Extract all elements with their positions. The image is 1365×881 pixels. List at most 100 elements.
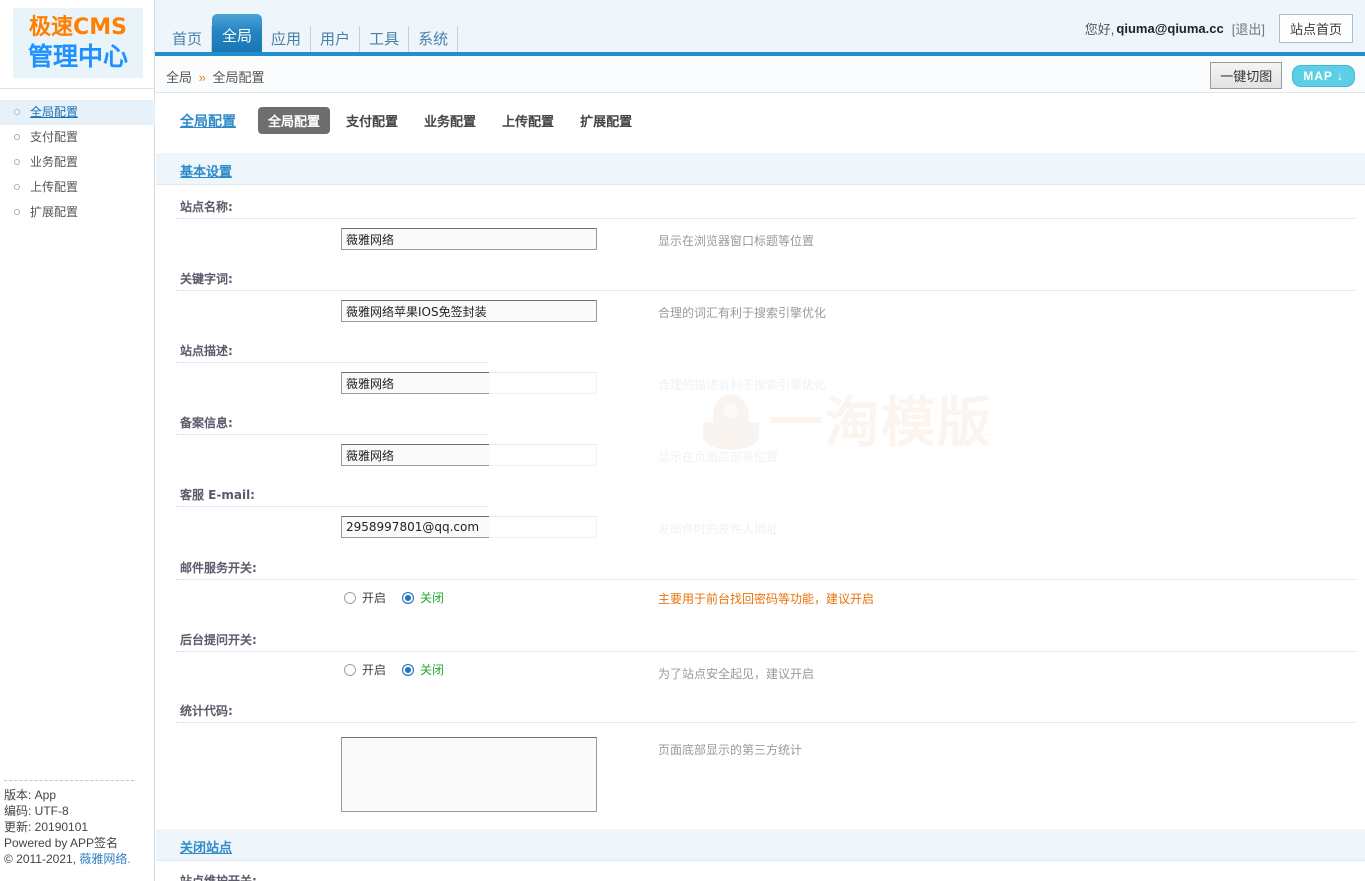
map-download-button[interactable]: MAP ↓ bbox=[1292, 65, 1355, 87]
sidebar-item-payment-config[interactable]: 支付配置 bbox=[0, 125, 155, 150]
mail-service-radio-group: 开启 关闭 bbox=[344, 589, 460, 606]
support-email-input[interactable] bbox=[341, 516, 597, 538]
footer-copyright-link[interactable]: 薇雅网络. bbox=[79, 852, 130, 866]
breadcrumb-actions: 一键切图 MAP ↓ bbox=[1210, 62, 1355, 89]
subtab-global-config[interactable]: 全局配置 bbox=[258, 107, 330, 134]
logo-line-2: 管理中心 bbox=[13, 42, 143, 72]
footer-encoding: 编码: UTF-8 bbox=[4, 803, 154, 819]
header-blue-rule bbox=[155, 52, 1365, 56]
footer-divider bbox=[4, 780, 134, 781]
bullet-icon bbox=[14, 134, 20, 140]
footer-version: 版本: App bbox=[4, 787, 154, 803]
subtab-upload-config[interactable]: 上传配置 bbox=[492, 107, 564, 134]
bullet-icon bbox=[14, 159, 20, 165]
sidebar: 极速CMS 管理中心 全局配置 支付配置 业务配置 上传配置 bbox=[0, 0, 155, 881]
field-hint: 显示在浏览器窗口标题等位置 bbox=[658, 232, 814, 249]
sidebar-item-label: 上传配置 bbox=[30, 180, 78, 194]
sidebar-item-label: 全局配置 bbox=[30, 105, 78, 119]
logout-link[interactable]: [退出] bbox=[1232, 19, 1265, 38]
sidebar-item-upload-config[interactable]: 上传配置 bbox=[0, 175, 155, 200]
bullet-icon bbox=[14, 109, 20, 115]
nav-tab-home[interactable]: 首页 bbox=[163, 26, 212, 52]
field-hint: 显示在页面底部等位置 bbox=[658, 448, 778, 465]
field-label: 关键字词: bbox=[180, 270, 233, 287]
radio-label: 开启 bbox=[362, 661, 386, 678]
sidebar-divider bbox=[0, 88, 155, 89]
admin-question-radio-on[interactable]: 开启 bbox=[344, 661, 386, 678]
translucent-overlay bbox=[489, 335, 1365, 560]
subtab-extension-config[interactable]: 扩展配置 bbox=[570, 107, 642, 134]
field-divider bbox=[176, 362, 1356, 363]
stats-code-textarea[interactable] bbox=[341, 737, 597, 812]
field-hint: 为了站点安全起见，建议开启 bbox=[658, 665, 814, 682]
user-email: qiuma@qiuma.cc bbox=[1116, 21, 1223, 36]
subtab-payment-config[interactable]: 支付配置 bbox=[336, 107, 408, 134]
footer-copyright: © 2011-2021, 薇雅网络. bbox=[4, 851, 154, 867]
sidebar-nav: 全局配置 支付配置 业务配置 上传配置 扩展配置 bbox=[0, 100, 155, 225]
radio-label: 关闭 bbox=[420, 661, 444, 678]
logo-line-1: 极速CMS bbox=[13, 14, 143, 42]
sidebar-item-business-config[interactable]: 业务配置 bbox=[0, 150, 155, 175]
subtab-business-config[interactable]: 业务配置 bbox=[414, 107, 486, 134]
footer-update: 更新: 20190101 bbox=[4, 819, 154, 835]
mail-service-radio-on[interactable]: 开启 bbox=[344, 589, 386, 606]
bullet-icon bbox=[14, 184, 20, 190]
icp-info-input[interactable] bbox=[341, 444, 597, 466]
field-divider bbox=[176, 579, 1356, 580]
field-label: 后台提问开关: bbox=[180, 631, 257, 648]
sidebar-item-extension-config[interactable]: 扩展配置 bbox=[0, 200, 155, 225]
section-title: 基本设置 bbox=[180, 161, 232, 180]
section-title: 关闭站点 bbox=[180, 837, 232, 856]
field-divider bbox=[176, 722, 1356, 723]
watermark-logo-icon bbox=[701, 394, 761, 452]
one-click-cut-button[interactable]: 一键切图 bbox=[1210, 62, 1282, 89]
radio-label: 关闭 bbox=[420, 589, 444, 606]
top-nav-tabs: 首页 全局 应用 用户 工具 系统 bbox=[163, 22, 458, 52]
nav-tab-apps[interactable]: 应用 bbox=[262, 26, 311, 52]
greeting-text: 您好, bbox=[1085, 19, 1115, 38]
watermark: 一淘模版 bbox=[701, 394, 993, 452]
field-divider bbox=[176, 218, 1356, 219]
field-label: 邮件服务开关: bbox=[180, 559, 257, 576]
field-label: 站点描述: bbox=[180, 342, 233, 359]
radio-icon-selected bbox=[402, 592, 414, 604]
sidebar-item-label: 扩展配置 bbox=[30, 205, 78, 219]
site-description-input[interactable] bbox=[341, 372, 597, 394]
nav-tab-tools[interactable]: 工具 bbox=[360, 26, 409, 52]
app-logo: 极速CMS 管理中心 bbox=[13, 8, 143, 78]
bullet-icon bbox=[14, 209, 20, 215]
nav-tab-system[interactable]: 系统 bbox=[409, 26, 458, 52]
field-divider bbox=[176, 651, 1356, 652]
content-area: 全局配置 全局配置 支付配置 业务配置 上传配置 扩展配置 基本设置 站点名称:… bbox=[156, 94, 1365, 881]
site-name-input[interactable] bbox=[341, 228, 597, 250]
field-hint: 主要用于前台找回密码等功能，建议开启 bbox=[658, 590, 874, 607]
nav-tab-global[interactable]: 全局 bbox=[212, 14, 262, 52]
sidebar-item-global-config[interactable]: 全局配置 bbox=[0, 100, 155, 125]
field-divider bbox=[176, 434, 1356, 435]
radio-icon bbox=[344, 592, 356, 604]
sidebar-item-label: 业务配置 bbox=[30, 155, 78, 169]
footer-copyright-text: © 2011-2021, bbox=[4, 852, 79, 866]
field-label: 统计代码: bbox=[180, 702, 233, 719]
field-label: 站点维护开关: bbox=[180, 872, 257, 881]
breadcrumb: 全局 » 全局配置 bbox=[166, 67, 265, 86]
field-divider bbox=[176, 290, 1356, 291]
site-home-button[interactable]: 站点首页 bbox=[1279, 14, 1353, 43]
field-label: 站点名称: bbox=[180, 198, 233, 215]
breadcrumb-root[interactable]: 全局 bbox=[166, 70, 192, 85]
keywords-input[interactable] bbox=[341, 300, 597, 322]
admin-question-radio-group: 开启 关闭 bbox=[344, 661, 460, 678]
admin-page: 极速CMS 管理中心 全局配置 支付配置 业务配置 上传配置 bbox=[0, 0, 1365, 881]
breadcrumb-separator-icon: » bbox=[199, 70, 206, 85]
section-header-basic-settings: 基本设置 bbox=[156, 153, 1365, 185]
nav-tab-users[interactable]: 用户 bbox=[311, 26, 360, 52]
page-title[interactable]: 全局配置 bbox=[180, 111, 236, 131]
field-label: 客服 E-mail: bbox=[180, 486, 255, 503]
field-hint: 页面底部显示的第三方统计 bbox=[658, 741, 802, 758]
sidebar-item-label: 支付配置 bbox=[30, 130, 78, 144]
user-bar: 您好, qiuma@qiuma.cc [退出] 站点首页 bbox=[1085, 14, 1353, 43]
admin-question-radio-off[interactable]: 关闭 bbox=[402, 661, 444, 678]
mail-service-radio-off[interactable]: 关闭 bbox=[402, 589, 444, 606]
field-hint: 合理的描述有利于搜索引擎优化 bbox=[658, 376, 826, 393]
breadcrumb-bar: 全局 » 全局配置 一键切图 MAP ↓ bbox=[156, 56, 1365, 93]
